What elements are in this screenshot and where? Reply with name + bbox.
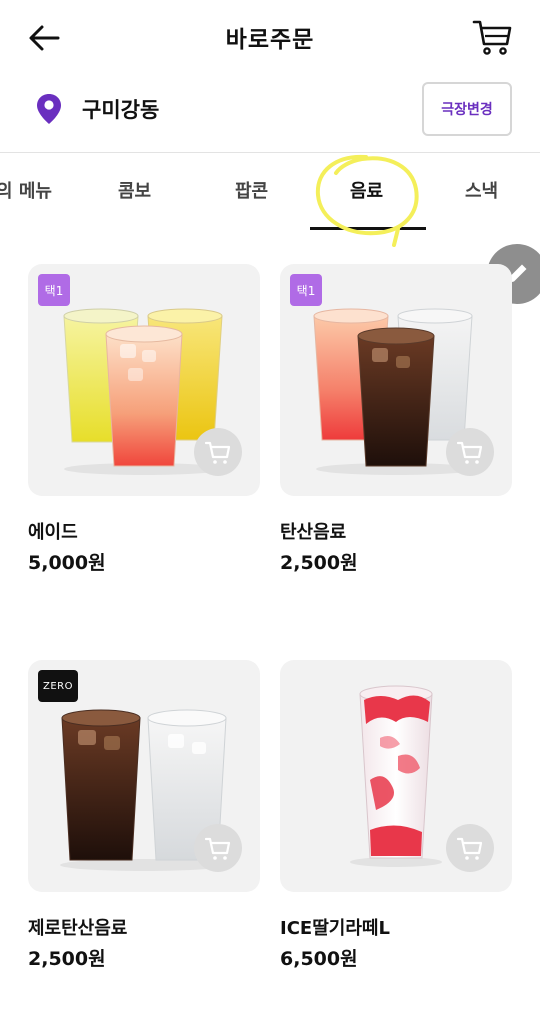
tab-my-menu[interactable]: 의 메뉴 xyxy=(0,177,52,203)
theater-bar: 구미강동 극장변경 xyxy=(0,76,540,152)
promo-badge: 택1 xyxy=(290,274,322,306)
product-name: ICE딸기라떼L xyxy=(280,918,390,939)
tab-drinks[interactable]: 음료 xyxy=(350,177,383,203)
add-to-cart-button[interactable] xyxy=(194,824,242,872)
product-price: 5,000원 xyxy=(28,552,106,574)
product-card-strawberry-latte[interactable] xyxy=(280,660,512,892)
tab-snack[interactable]: 스낵 xyxy=(465,177,498,203)
tab-combo[interactable]: 콤보 xyxy=(118,177,151,203)
product-price: 6,500원 xyxy=(280,948,358,970)
category-tabs: 의 메뉴 콤보 팝콘 음료 스낵 xyxy=(0,153,540,247)
cart-icon xyxy=(456,837,483,860)
promo-badge: 택1 xyxy=(38,274,70,306)
cart-icon xyxy=(204,441,231,464)
top-app-bar: 바로주문 xyxy=(0,0,540,76)
product-name: 제로탄산음료 xyxy=(28,918,128,939)
cart-icon xyxy=(204,837,231,860)
product-price: 2,500원 xyxy=(280,552,358,574)
cart-button[interactable] xyxy=(470,14,514,58)
product-card-soda[interactable]: 택1 xyxy=(280,264,512,496)
add-to-cart-button[interactable] xyxy=(194,428,242,476)
active-tab-indicator xyxy=(310,227,426,230)
add-to-cart-button[interactable] xyxy=(446,428,494,476)
theater-name: 구미강동 xyxy=(82,98,160,122)
product-name: 탄산음료 xyxy=(280,522,347,543)
cart-icon xyxy=(472,20,512,55)
location-pin-icon xyxy=(34,92,64,126)
change-theater-button[interactable]: 극장변경 xyxy=(422,82,512,136)
product-card-ade[interactable]: 택1 xyxy=(28,264,260,496)
product-name: 에이드 xyxy=(28,522,78,543)
page-title: 바로주문 xyxy=(225,27,315,53)
tab-popcorn[interactable]: 팝콘 xyxy=(235,177,268,203)
product-price: 2,500원 xyxy=(28,948,106,970)
zero-badge: ZERO xyxy=(38,670,78,702)
product-card-zero-soda[interactable]: ZERO xyxy=(28,660,260,892)
add-to-cart-button[interactable] xyxy=(446,824,494,872)
cart-icon xyxy=(456,441,483,464)
